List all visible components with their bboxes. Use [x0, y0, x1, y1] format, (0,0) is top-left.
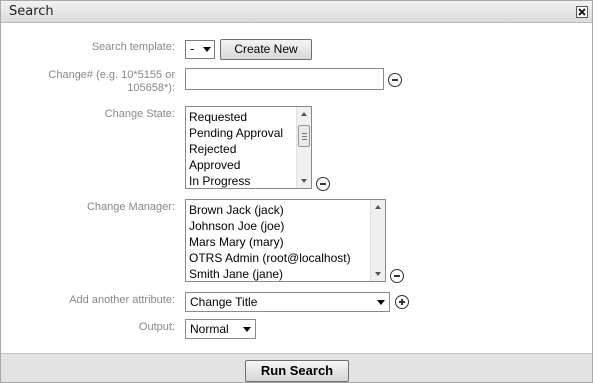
output-select[interactable]: Normal [185, 319, 256, 339]
search-template-label: Search template: [91, 41, 175, 53]
list-item[interactable]: Requested [189, 109, 247, 125]
scrollbar[interactable] [370, 200, 385, 281]
scrollbar[interactable] [296, 107, 311, 188]
change-number-label: Change# (e.g. 10*5155 or 105658*): [11, 69, 175, 95]
create-new-button[interactable]: Create New [220, 39, 312, 60]
add-icon[interactable] [395, 295, 409, 309]
remove-icon[interactable] [388, 73, 402, 87]
scroll-up-icon[interactable] [301, 112, 307, 116]
list-item[interactable]: Mars Mary (mary) [189, 234, 284, 250]
list-item[interactable]: OTRS Admin (root@localhost) [189, 250, 351, 266]
dialog-footer: Run Search [1, 353, 592, 382]
list-item[interactable]: Pending Approval [189, 125, 283, 141]
chevron-down-icon [377, 300, 385, 305]
search-template-select[interactable]: - [185, 40, 215, 59]
remove-icon[interactable] [390, 269, 404, 283]
list-item[interactable]: Approved [189, 157, 240, 173]
scroll-down-icon[interactable] [375, 272, 381, 276]
run-search-button[interactable]: Run Search [245, 360, 349, 382]
search-dialog: Search Search template: - Create New Cha… [0, 0, 593, 383]
remove-icon[interactable] [316, 177, 330, 191]
change-manager-label: Change Manager: [86, 201, 175, 213]
scroll-down-icon[interactable] [301, 179, 307, 183]
list-item[interactable]: In Progress [189, 173, 250, 188]
scroll-thumb[interactable] [298, 125, 310, 147]
change-number-label-line2: 105658*): [127, 82, 175, 94]
output-label: Output: [138, 321, 175, 333]
change-manager-listbox[interactable]: Brown Jack (jack) Johnson Joe (joe) Mars… [185, 199, 386, 282]
change-state-listbox[interactable]: Requested Pending Approval Rejected Appr… [185, 106, 312, 189]
change-number-label-line1: Change# (e.g. 10*5155 or [48, 69, 175, 81]
add-attribute-select[interactable]: Change Title [185, 292, 390, 312]
add-attribute-value: Change Title [190, 295, 258, 309]
add-attribute-label: Add another attribute: [69, 294, 175, 306]
list-item[interactable]: Smith Jane (jane) [189, 266, 283, 281]
chevron-down-icon [203, 47, 211, 52]
change-state-label: Change State: [104, 108, 175, 120]
scroll-up-icon[interactable] [375, 205, 381, 209]
dialog-title: Search [9, 4, 54, 19]
output-value: Normal [190, 322, 229, 336]
list-item[interactable]: Rejected [189, 141, 236, 157]
title-bar: Search [1, 1, 592, 23]
change-number-input[interactable] [185, 68, 384, 90]
search-template-value: - [190, 42, 195, 56]
list-item[interactable]: Johnson Joe (joe) [189, 218, 284, 234]
close-icon[interactable] [576, 6, 588, 18]
list-item[interactable]: Brown Jack (jack) [189, 202, 284, 218]
chevron-down-icon [243, 327, 251, 332]
